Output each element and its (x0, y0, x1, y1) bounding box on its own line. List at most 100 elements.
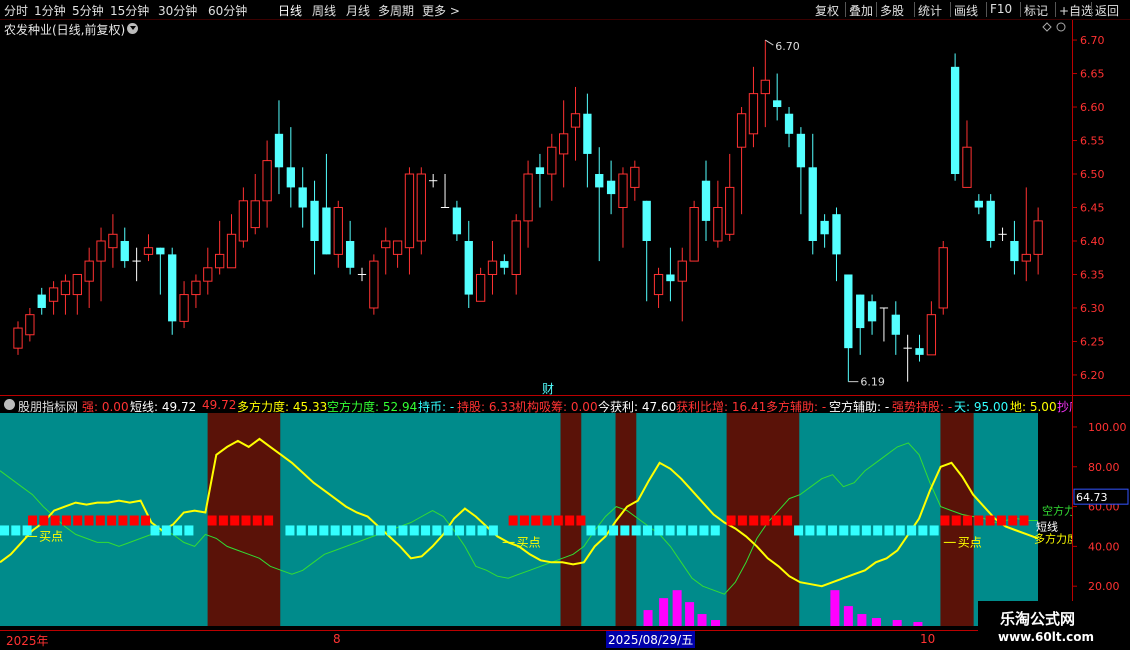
candle-body (511, 220, 521, 275)
candle (832, 207, 841, 282)
cash-square (443, 525, 453, 536)
candle-body (653, 273, 664, 296)
nav-item-9[interactable]: 多周期 (378, 2, 414, 19)
candlestick-chart: 6.70 6.19 财 (13, 22, 1066, 395)
nav-item-10[interactable]: 更多 > (422, 2, 460, 19)
strong-hold-square (508, 515, 518, 526)
candle-body (689, 207, 699, 262)
candle-body (262, 160, 272, 202)
candle (500, 254, 509, 275)
candle-body (713, 207, 723, 242)
toolbar-separator (986, 2, 987, 17)
cash-square (676, 525, 686, 536)
strong-hold-square (252, 515, 262, 526)
strong-hold-square (141, 515, 151, 526)
indicator-title-row: 股朋指标网 强: 0.00 短线: 49.72 49.72 多方力度: 45.33 空方力… (0, 396, 1072, 413)
candle (808, 133, 817, 255)
cash-square (150, 525, 160, 536)
candle (962, 120, 972, 188)
toolbar-button-3[interactable]: 统计 (918, 2, 942, 19)
toolbar-button-0[interactable]: 复权 (815, 2, 839, 19)
diamond-icon[interactable] (1042, 22, 1052, 32)
bottom-fishing-bar (871, 618, 881, 626)
candle (713, 180, 723, 248)
indicator-axis: 100.0080.0060.0040.0020.0064.73 (1072, 421, 1129, 593)
candle-body (915, 348, 924, 355)
toolbar-button-7[interactable]: +自选 (1059, 2, 1093, 19)
candle-body (974, 200, 983, 208)
toolbar-button-2[interactable]: 多股 (880, 2, 904, 19)
candle (156, 247, 165, 295)
price-tick-label: 6.65 (1080, 68, 1105, 81)
cash-square (929, 525, 939, 536)
low-price-label: 6.19 (860, 376, 885, 389)
cash-square (398, 525, 408, 536)
cash-square (586, 525, 596, 536)
toolbar-button-4[interactable]: 画线 (954, 2, 978, 19)
nav-item-5[interactable]: 60分钟 (208, 2, 247, 19)
high-price-label: 6.70 (775, 40, 800, 53)
cash-square (296, 525, 306, 536)
cash-square (794, 525, 804, 536)
buy-point-label: 买点 (39, 529, 63, 543)
candle (606, 160, 616, 215)
candle (1021, 187, 1031, 282)
date-axis: 2025年 8 2025/08/29/五 10 (0, 630, 1072, 650)
toolbar-separator (1091, 2, 1092, 17)
candle-body (808, 167, 817, 241)
nav-item-6[interactable]: 日线 (278, 2, 302, 19)
candle (523, 160, 533, 248)
candle (215, 220, 225, 275)
candle-body (523, 173, 533, 222)
ind-tick-label: 40.00 (1088, 540, 1120, 553)
nav-item-1[interactable]: 1分钟 (34, 2, 66, 19)
candle (72, 273, 82, 315)
toolbar-button-5[interactable]: F10 (990, 2, 1012, 16)
candle (938, 240, 948, 315)
indicator-field-3: 49.72 (202, 398, 237, 412)
candle-body (547, 146, 557, 175)
candle-body (844, 274, 853, 349)
indicator-field-12: 空方辅助: - (829, 400, 890, 413)
candle (440, 174, 450, 208)
candle-body (666, 274, 675, 282)
nav-item-2[interactable]: 5分钟 (72, 2, 104, 19)
candle (369, 254, 379, 315)
finance-event-marker[interactable]: 财 (542, 382, 554, 395)
cash-square (488, 525, 498, 536)
candle-body (120, 240, 129, 262)
cash-square (161, 525, 171, 536)
candle-body (37, 294, 46, 308)
candle-body (630, 166, 640, 188)
nav-item-0[interactable]: 分时 (4, 2, 28, 19)
candle (879, 307, 889, 342)
indicator-field-9: 今获利: 47.60 (598, 400, 677, 413)
nav-item-8[interactable]: 月线 (346, 2, 370, 19)
nav-item-3[interactable]: 15分钟 (110, 2, 149, 19)
strong-hold-square (73, 515, 83, 526)
date-month-8-label: 8 (333, 632, 341, 646)
toolbar-button-1[interactable]: 叠加 (849, 2, 873, 19)
toolbar-separator (876, 2, 877, 17)
strong-hold-square (760, 515, 770, 526)
candle-body (606, 180, 616, 195)
strong-hold-square (519, 515, 529, 526)
candle-body (416, 173, 426, 242)
nav-item-7[interactable]: 周线 (312, 2, 336, 19)
candle-body (570, 113, 581, 128)
candle-body (168, 254, 177, 322)
strong-hold-square (531, 515, 541, 526)
candle (226, 214, 237, 269)
candle-body (535, 167, 545, 175)
nav-item-4[interactable]: 30分钟 (158, 2, 197, 19)
candle (891, 301, 900, 355)
toolbar-button-8[interactable]: 返回 (1095, 2, 1119, 19)
chevron-down-icon[interactable] (4, 399, 15, 410)
candle (784, 107, 794, 148)
candle-body (701, 180, 711, 221)
cash-square (597, 525, 607, 536)
candle (416, 167, 426, 255)
cash-square (642, 525, 652, 536)
toolbar-button-6[interactable]: 标记 (1024, 2, 1048, 19)
gear-icon[interactable] (1056, 22, 1066, 32)
